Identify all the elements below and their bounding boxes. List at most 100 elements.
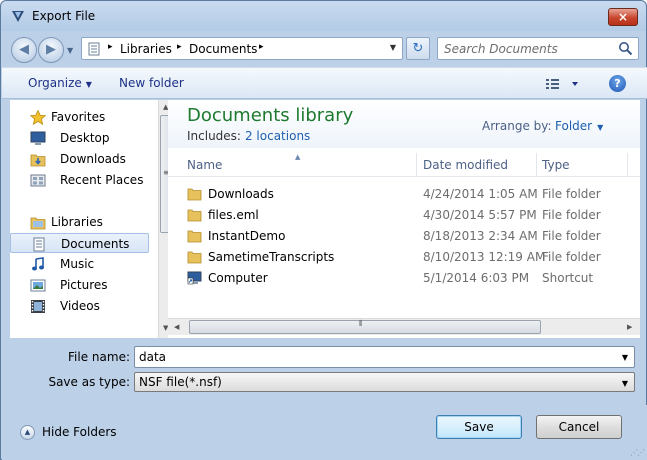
horizontal-scrollbar[interactable]: ◀ ⦀ ▶ — [168, 318, 640, 335]
resize-grip-icon[interactable]: ⋰⋰ — [630, 448, 645, 457]
sidebar-item-documents[interactable]: Documents — [10, 233, 149, 253]
crumb-separator-icon[interactable]: ▸ — [259, 42, 264, 52]
save-as-type-value: NSF file(*.nsf) — [139, 375, 222, 389]
sidebar-group-libraries[interactable]: Libraries — [10, 212, 149, 232]
sidebar-group-label: Libraries — [51, 215, 103, 229]
table-row[interactable]: Downloads 4/24/2014 1:05 AM File folder — [168, 184, 628, 205]
sidebar-item-label: Downloads — [60, 152, 126, 166]
chevron-down-icon[interactable]: ▼ — [622, 379, 628, 388]
file-name: InstantDemo — [208, 229, 286, 243]
file-list-pane: Documents library Includes: 2 locations A… — [168, 100, 640, 338]
library-header: Documents library Includes: 2 locations A… — [168, 100, 640, 148]
organize-button[interactable]: Organize ▼ — [28, 76, 92, 90]
crumb-separator-icon[interactable]: ▸ — [177, 42, 182, 52]
file-type: Shortcut — [542, 271, 594, 285]
favorites-star-icon — [30, 110, 46, 125]
libraries-folder-icon — [30, 217, 46, 230]
refresh-button[interactable]: ↻ — [406, 37, 430, 60]
includes-label: Includes: — [187, 129, 241, 143]
sidebar-group-label: Favorites — [51, 110, 106, 124]
sort-ascending-icon: ▲ — [295, 153, 301, 161]
save-button[interactable]: Save — [436, 415, 522, 439]
hide-folders-button[interactable]: ▲ Hide Folders — [20, 423, 120, 443]
search-input[interactable] — [444, 41, 614, 57]
sidebar-item-recent-places[interactable]: Recent Places — [10, 170, 149, 190]
arrange-by-dropdown[interactable]: Folder ▼ — [555, 119, 603, 133]
folder-icon — [187, 188, 202, 201]
export-file-dialog: Export File × ◀ ▶ ▼ ▸ Libraries ▸ Docume… — [0, 0, 647, 460]
address-bar[interactable]: ▸ Libraries ▸ Documents ▸ ▼ — [81, 37, 403, 60]
back-button[interactable]: ◀ — [11, 37, 37, 63]
sidebar-item-music[interactable]: Music — [10, 254, 149, 274]
locations-link[interactable]: 2 locations — [245, 129, 310, 143]
title-bar[interactable]: Export File × — [1, 1, 646, 31]
new-folder-button[interactable]: New folder — [119, 76, 184, 90]
hide-folders-label: Hide Folders — [42, 425, 117, 439]
file-date: 4/30/2014 5:57 PM — [423, 208, 537, 222]
column-type[interactable]: Type — [542, 158, 570, 172]
chevron-down-icon[interactable]: ▼ — [622, 353, 628, 362]
recent-pages-dropdown-icon[interactable]: ▼ — [67, 46, 73, 55]
breadcrumb-libraries[interactable]: Libraries — [120, 42, 172, 56]
table-row[interactable]: files.eml 4/30/2014 5:57 PM File folder — [168, 205, 628, 226]
table-row[interactable]: Computer 5/1/2014 6:03 PM Shortcut — [168, 268, 628, 289]
sidebar-item-pictures[interactable]: Pictures — [10, 275, 149, 295]
library-includes: Includes: 2 locations — [187, 129, 310, 143]
organize-label: Organize — [28, 76, 82, 90]
column-name[interactable]: Name — [187, 158, 222, 172]
folder-icon — [187, 230, 202, 243]
arrange-by-value: Folder — [555, 119, 593, 133]
scroll-thumb[interactable] — [189, 320, 541, 334]
dialog-footer: ▲ Hide Folders Save Cancel ⋰⋰ — [2, 405, 647, 460]
computer-shortcut-icon — [187, 271, 202, 285]
close-button[interactable]: × — [608, 8, 638, 26]
sidebar-group-favorites[interactable]: Favorites — [10, 107, 149, 127]
help-button[interactable]: ? — [609, 75, 626, 92]
file-type: File folder — [542, 229, 601, 243]
recent-places-icon — [30, 174, 46, 187]
search-icon[interactable] — [618, 41, 633, 56]
scroll-right-icon[interactable]: ▶ — [627, 323, 632, 331]
sidebar-item-downloads[interactable]: Downloads — [10, 149, 149, 169]
save-as-type-select[interactable]: NSF file(*.nsf) ▼ — [134, 372, 635, 392]
arrange-by-label: Arrange by: — [482, 119, 552, 133]
table-row[interactable]: InstantDemo 8/18/2013 2:34 AM File folde… — [168, 226, 628, 247]
sidebar-item-label: Videos — [60, 299, 100, 313]
sidebar-item-label: Desktop — [60, 131, 110, 145]
file-type: File folder — [542, 250, 601, 264]
window-title: Export File — [32, 9, 96, 23]
search-box[interactable] — [437, 37, 639, 60]
desktop-icon — [30, 131, 46, 145]
collapse-up-icon: ▲ — [20, 425, 35, 440]
scroll-left-icon[interactable]: ◀ — [174, 323, 179, 331]
sidebar-item-label: Music — [60, 257, 95, 271]
chevron-down-icon: ▼ — [85, 80, 92, 89]
command-toolbar: Organize ▼ New folder ? — [2, 67, 647, 99]
column-divider[interactable] — [627, 153, 628, 177]
file-name: Computer — [208, 271, 268, 285]
crumb-separator-icon[interactable]: ▸ — [108, 42, 113, 52]
column-divider[interactable] — [416, 153, 417, 177]
file-name: Downloads — [208, 187, 274, 201]
music-icon — [32, 257, 44, 271]
change-view-icon[interactable] — [545, 76, 581, 92]
documents-icon — [33, 237, 45, 252]
column-date-modified[interactable]: Date modified — [423, 158, 508, 172]
sidebar-item-videos[interactable]: Videos — [10, 296, 149, 316]
table-row[interactable]: SametimeTranscripts 8/10/2013 12:19 AM F… — [168, 247, 628, 268]
cancel-button[interactable]: Cancel — [536, 415, 622, 439]
file-date: 8/18/2013 2:34 AM — [423, 229, 538, 243]
forward-button[interactable]: ▶ — [38, 37, 64, 63]
file-name-input[interactable] — [139, 349, 609, 365]
address-dropdown-icon[interactable]: ▼ — [390, 43, 396, 52]
app-icon — [12, 11, 24, 22]
column-divider[interactable] — [536, 153, 537, 177]
sidebar-item-label: Recent Places — [60, 173, 144, 187]
chevron-down-icon: ▼ — [597, 123, 604, 132]
breadcrumb-documents[interactable]: Documents — [189, 42, 257, 56]
file-name-combobox[interactable]: ▼ — [134, 346, 635, 368]
sidebar-item-label: Pictures — [60, 278, 108, 292]
sidebar-item-desktop[interactable]: Desktop — [10, 128, 149, 148]
sidebar-item-label: Documents — [61, 237, 130, 251]
file-type: File folder — [542, 208, 601, 222]
